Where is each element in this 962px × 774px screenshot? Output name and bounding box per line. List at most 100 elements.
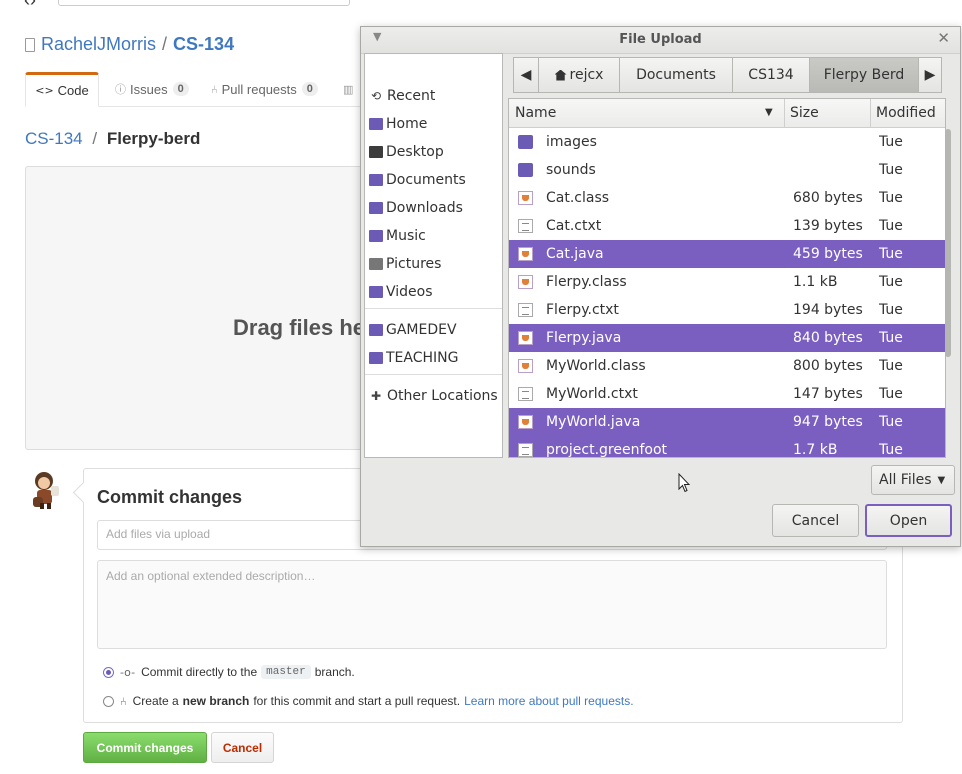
new-branch-radio[interactable] (103, 695, 114, 707)
file-list-scrollbar[interactable] (945, 127, 952, 361)
close-icon[interactable]: ✕ (937, 29, 950, 47)
owner-link[interactable]: RachelJMorris (41, 34, 156, 55)
new-branch-option[interactable]: ⑃ Create a new branch for this commit an… (103, 694, 634, 708)
documents-folder-icon (369, 174, 383, 186)
file-name: MyWorld.java (546, 414, 641, 430)
dialog-cancel-button[interactable]: Cancel (772, 504, 859, 537)
file-row[interactable]: Flerpy.java 840 bytes Tue (509, 324, 945, 352)
left-arrow-icon: ◀ (520, 67, 532, 83)
issue-icon: ⓘ (115, 83, 126, 96)
file-modified: Tue (879, 246, 903, 262)
tab-projects[interactable]: ▥ (343, 72, 357, 106)
bookmark-gamedev[interactable]: GAMEDEV (369, 318, 457, 342)
bookmark-teaching[interactable]: TEACHING (369, 346, 458, 370)
file-row[interactable]: Cat.java 459 bytes Tue (509, 240, 945, 268)
place-downloads[interactable]: Downloads (369, 196, 463, 220)
file-row[interactable]: Flerpy.class 1.1 kB Tue (509, 268, 945, 296)
file-row[interactable]: Flerpy.ctxt 194 bytes Tue (509, 296, 945, 324)
tab-issues-label: Issues (130, 81, 168, 97)
file-row[interactable]: Cat.ctxt 139 bytes Tue (509, 212, 945, 240)
pictures-folder-icon (369, 258, 383, 270)
commit-description-input[interactable]: Add an optional extended description… (97, 560, 887, 649)
chevron-down-icon: ▼ (937, 474, 946, 486)
commit-direct-radio[interactable] (103, 666, 114, 678)
file-size: 194 bytes (793, 302, 863, 318)
file-type-filter[interactable]: All Files ▼ (871, 465, 955, 495)
dialog-titlebar[interactable]: ▼ File Upload ✕ (361, 27, 960, 54)
place-downloads-label: Downloads (386, 200, 463, 216)
back-icon[interactable]: ‹› (24, 0, 36, 8)
path-documents[interactable]: Documents (619, 57, 733, 93)
file-size: 947 bytes (793, 414, 863, 430)
place-desktop-label: Desktop (386, 144, 444, 160)
downloads-folder-icon (369, 202, 383, 214)
file-list-header: Name ▼ Size Modified (509, 99, 945, 128)
java-file-icon (518, 331, 533, 345)
sort-down-icon[interactable]: ▼ (765, 107, 773, 118)
commit-direct-text: Commit directly to the (141, 665, 258, 679)
file-row[interactable]: MyWorld.class 800 bytes Tue (509, 352, 945, 380)
file-row[interactable]: project.greenfoot 1.7 kB Tue (509, 436, 945, 458)
tab-pull-requests[interactable]: ⑃ Pull requests 0 (211, 72, 318, 106)
desktop-icon (369, 146, 383, 158)
breadcrumb-folder: Flerpy-berd (106, 129, 201, 148)
tab-code[interactable]: <> Code (25, 72, 99, 107)
column-name[interactable]: Name (515, 105, 556, 121)
dropzone-text: Drag files he (233, 315, 366, 340)
file-row[interactable]: MyWorld.ctxt 147 bytes Tue (509, 380, 945, 408)
breadcrumb: CS-134 / Flerpy-berd (25, 129, 200, 149)
place-documents-label: Documents (386, 172, 466, 188)
java-file-icon (518, 275, 533, 289)
file-row[interactable]: sounds Tue (509, 156, 945, 184)
path-documents-label: Documents (636, 67, 716, 83)
file-row[interactable]: images Tue (509, 128, 945, 156)
projects-icon: ▥ (343, 82, 354, 96)
path-cs134[interactable]: CS134 (732, 57, 810, 93)
videos-folder-icon (369, 286, 383, 298)
bookmark-gamedev-label: GAMEDEV (386, 322, 457, 338)
place-pictures[interactable]: Pictures (369, 252, 441, 276)
new-branch-bold: new branch (182, 694, 250, 708)
path-rejcx[interactable]: rejcx (538, 57, 620, 93)
place-videos[interactable]: Videos (369, 280, 433, 304)
java-file-icon (518, 415, 533, 429)
scrollbar-thumb[interactable] (945, 129, 951, 357)
column-divider (784, 99, 785, 127)
file-modified: Tue (879, 190, 903, 206)
path-forward-button[interactable]: ▶ (918, 57, 942, 93)
place-home[interactable]: Home (369, 112, 427, 136)
place-documents[interactable]: Documents (369, 168, 466, 192)
file-size: 840 bytes (793, 330, 863, 346)
new-branch-text: Create a (132, 694, 179, 708)
folder-icon (369, 324, 383, 336)
file-name: Cat.ctxt (546, 218, 602, 234)
breadcrumb-repo-link[interactable]: CS-134 (25, 129, 83, 148)
header-search-input[interactable] (58, 0, 350, 6)
file-size: 1.7 kB (793, 442, 838, 458)
file-modified: Tue (879, 330, 903, 346)
commit-heading: Commit changes (97, 487, 243, 507)
path-flerpy-berd[interactable]: Flerpy Berd (809, 57, 919, 93)
home-folder-icon (369, 118, 383, 130)
tab-issues[interactable]: ⓘ Issues 0 (115, 72, 189, 106)
place-music[interactable]: Music (369, 224, 426, 248)
place-recent[interactable]: ⟲ Recent (369, 84, 435, 108)
file-row[interactable]: Cat.class 680 bytes Tue (509, 184, 945, 212)
file-size: 139 bytes (793, 218, 863, 234)
dialog-title: File Upload (619, 32, 702, 47)
file-upload-dialog: ▼ File Upload ✕ ⟲ Recent Home Desktop Do… (360, 26, 961, 547)
dialog-open-button[interactable]: Open (865, 504, 952, 537)
cancel-commit-button[interactable]: Cancel (211, 732, 274, 763)
repo-link[interactable]: CS-134 (173, 34, 234, 55)
place-other-locations[interactable]: ✚ Other Locations (369, 384, 498, 408)
column-size[interactable]: Size (790, 105, 819, 121)
commit-changes-button[interactable]: Commit changes (83, 732, 207, 763)
path-back-button[interactable]: ◀ (513, 57, 539, 93)
file-size: 800 bytes (793, 358, 863, 374)
file-row[interactable]: MyWorld.java 947 bytes Tue (509, 408, 945, 436)
column-modified[interactable]: Modified (876, 105, 936, 121)
learn-more-link[interactable]: Learn more about pull requests. (464, 694, 633, 708)
place-desktop[interactable]: Desktop (369, 140, 444, 164)
commit-direct-option[interactable]: -o- Commit directly to the master branch… (103, 665, 355, 679)
place-videos-label: Videos (386, 284, 433, 300)
